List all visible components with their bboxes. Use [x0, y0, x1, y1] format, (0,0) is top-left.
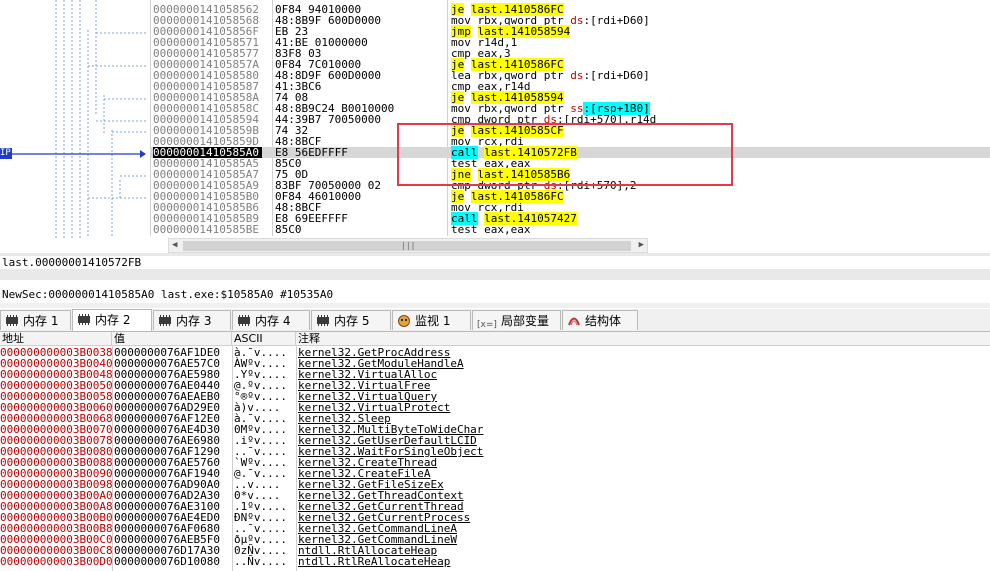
tab-6[interactable]: 监视 1: [392, 310, 471, 330]
instruction-bytes: 85C0: [275, 223, 302, 236]
dump-tab-bar: 内存 1 内存 2 内存 3 内存 4 内存 5 监视 1 [x=] 局部变量 结构体: [0, 309, 990, 332]
instruction-text: test eax,eax: [451, 224, 530, 235]
memory-icon: [5, 313, 19, 326]
instruction-address: 00000001410585BE: [153, 223, 259, 236]
tab-label: 内存 4: [255, 314, 291, 328]
tab-3[interactable]: 内存 3: [153, 310, 231, 330]
tab-label: 内存 5: [334, 314, 370, 328]
grip-icon: |||: [401, 241, 416, 250]
dump-row[interactable]: 000000000003B00D0 0000000076D10080 ..Ñv...…: [0, 556, 990, 567]
disassembly-rows: 0000000141058562 0F84 94010000 je last.141…: [150, 0, 990, 236]
col-value-header[interactable]: 值: [112, 332, 232, 345]
tab-4[interactable]: 内存 4: [232, 310, 310, 330]
info-separator: [0, 269, 990, 280]
dump-value: 0000000076D10080: [114, 555, 220, 568]
tab-5[interactable]: 内存 5: [311, 310, 391, 330]
info-target-line: last.00000001410572FB: [2, 256, 142, 269]
locals-icon: [x=]: [477, 320, 497, 330]
annotation-highlight-box: [397, 123, 733, 186]
memory-icon: [316, 313, 330, 326]
tab-7[interactable]: [x=] 局部变量: [472, 310, 561, 330]
dump-ascii: ..Ñv....: [234, 555, 287, 568]
tab-label: 监视 1: [415, 314, 451, 328]
dump-rows: 000000000003B0038 0000000076AF1DE0 à.¯v...…: [0, 347, 990, 571]
info-address-line: NewSec:00000001410585A0 last.exe:$10585A…: [2, 288, 334, 301]
col-address-header[interactable]: 地址: [0, 332, 112, 345]
scroll-right-icon[interactable]: ▶: [639, 240, 644, 250]
struct-icon: [567, 313, 581, 326]
divider: [0, 303, 990, 308]
col-comment-header[interactable]: 注释: [296, 332, 990, 345]
instruction-row[interactable]: 00000001410585BE 85C0 test eax,eax: [150, 224, 650, 235]
jump-lines-graphic: [12, 0, 146, 238]
instruction-token: test eax,eax: [451, 223, 531, 236]
col-ascii-header[interactable]: ASCII: [232, 332, 296, 345]
tab-label: 局部变量: [501, 314, 550, 328]
memory-dump-view[interactable]: 地址 值 ASCII 注释 000000000003B0038 000000007…: [0, 332, 990, 571]
rip-marker: IP: [0, 148, 12, 159]
divider: [0, 253, 990, 256]
memory-icon: [158, 313, 172, 326]
dump-header: 地址 值 ASCII 注释: [0, 332, 990, 346]
memory-icon: [237, 313, 251, 326]
memory-icon: [77, 312, 91, 325]
tab-label: 内存 1: [23, 314, 59, 328]
scroll-left-icon[interactable]: ◀: [172, 240, 177, 250]
jump-arrow-gutter: IP: [0, 0, 150, 238]
disassembly-view[interactable]: IP 0000000141058562 0F84 94010000 je last.…: [0, 0, 990, 238]
tab-2[interactable]: 内存 2: [72, 309, 152, 331]
watch-icon: [397, 313, 411, 327]
tab-8[interactable]: 结构体: [562, 310, 638, 330]
dump-comment: ntdll.RtlReAllocateHeap: [298, 555, 451, 568]
tab-label: 结构体: [585, 314, 622, 328]
dump-address: 000000000003B00D0: [0, 555, 113, 568]
tab-label: 内存 3: [176, 314, 212, 328]
horizontal-scrollbar[interactable]: ◀ ||| ▶: [168, 238, 648, 253]
tab-label: 内存 2: [95, 313, 131, 327]
tab-1[interactable]: 内存 1: [0, 310, 71, 330]
